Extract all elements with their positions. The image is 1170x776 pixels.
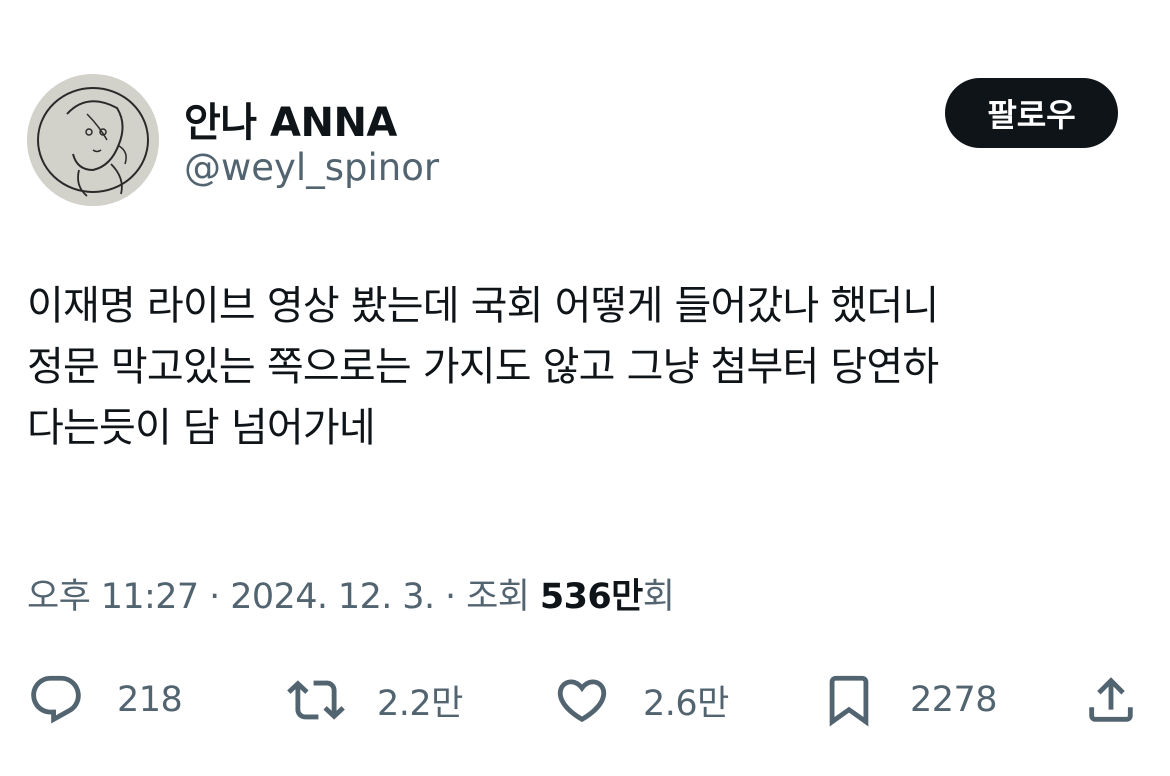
share-button[interactable] [1082, 660, 1140, 740]
views-suffix: 회 [642, 577, 675, 617]
views-label: 조회 [466, 577, 530, 617]
tweet-time[interactable]: 오후 11:27 [27, 577, 199, 617]
meta-separator: · [445, 577, 456, 617]
tweet-line: 이재명 라이브 영상 봤는데 국회 어떻게 들어갔나 했더니 [27, 283, 939, 329]
like-button[interactable]: 2.6만 [553, 660, 729, 740]
tweet-line: 다는듯이 담 넘어가네 [27, 405, 376, 451]
bookmark-icon [829, 675, 869, 727]
share-icon [1089, 677, 1133, 722]
bookmark-count: 2278 [910, 680, 998, 720]
tweet-date[interactable]: 2024. 12. 3. [230, 577, 435, 617]
display-name[interactable]: 안나 ANNA [184, 90, 397, 148]
avatar-drawing [27, 74, 159, 206]
user-handle[interactable]: @weyl_spinor [184, 146, 439, 189]
action-bar: 218 2.2만 2.6만 2278 [0, 660, 1170, 740]
like-count: 2.6만 [643, 683, 729, 724]
reply-count: 218 [117, 680, 183, 720]
follow-button[interactable]: 팔로우 [945, 78, 1118, 148]
reply-button[interactable]: 218 [27, 660, 183, 740]
avatar[interactable] [27, 74, 159, 206]
bookmark-button[interactable]: 2278 [820, 660, 998, 740]
tweet-line: 정문 막고있는 쪽으로는 가지도 않고 그냥 첨부터 당연하 [27, 344, 939, 390]
meta-separator: · [209, 577, 220, 617]
tweet-meta: 오후 11:27 · 2024. 12. 3. · 조회 536만회 [27, 568, 675, 619]
reply-icon [31, 675, 81, 724]
heart-icon [557, 679, 607, 723]
tweet-text: 이재명 라이브 영상 봤는데 국회 어떻게 들어갔나 했더니 정문 막고있는 쪽… [27, 276, 1137, 459]
retweet-icon [287, 680, 345, 720]
retweet-count: 2.2만 [377, 683, 463, 724]
views-count: 536만 [539, 577, 643, 617]
retweet-button[interactable]: 2.2만 [287, 660, 463, 740]
